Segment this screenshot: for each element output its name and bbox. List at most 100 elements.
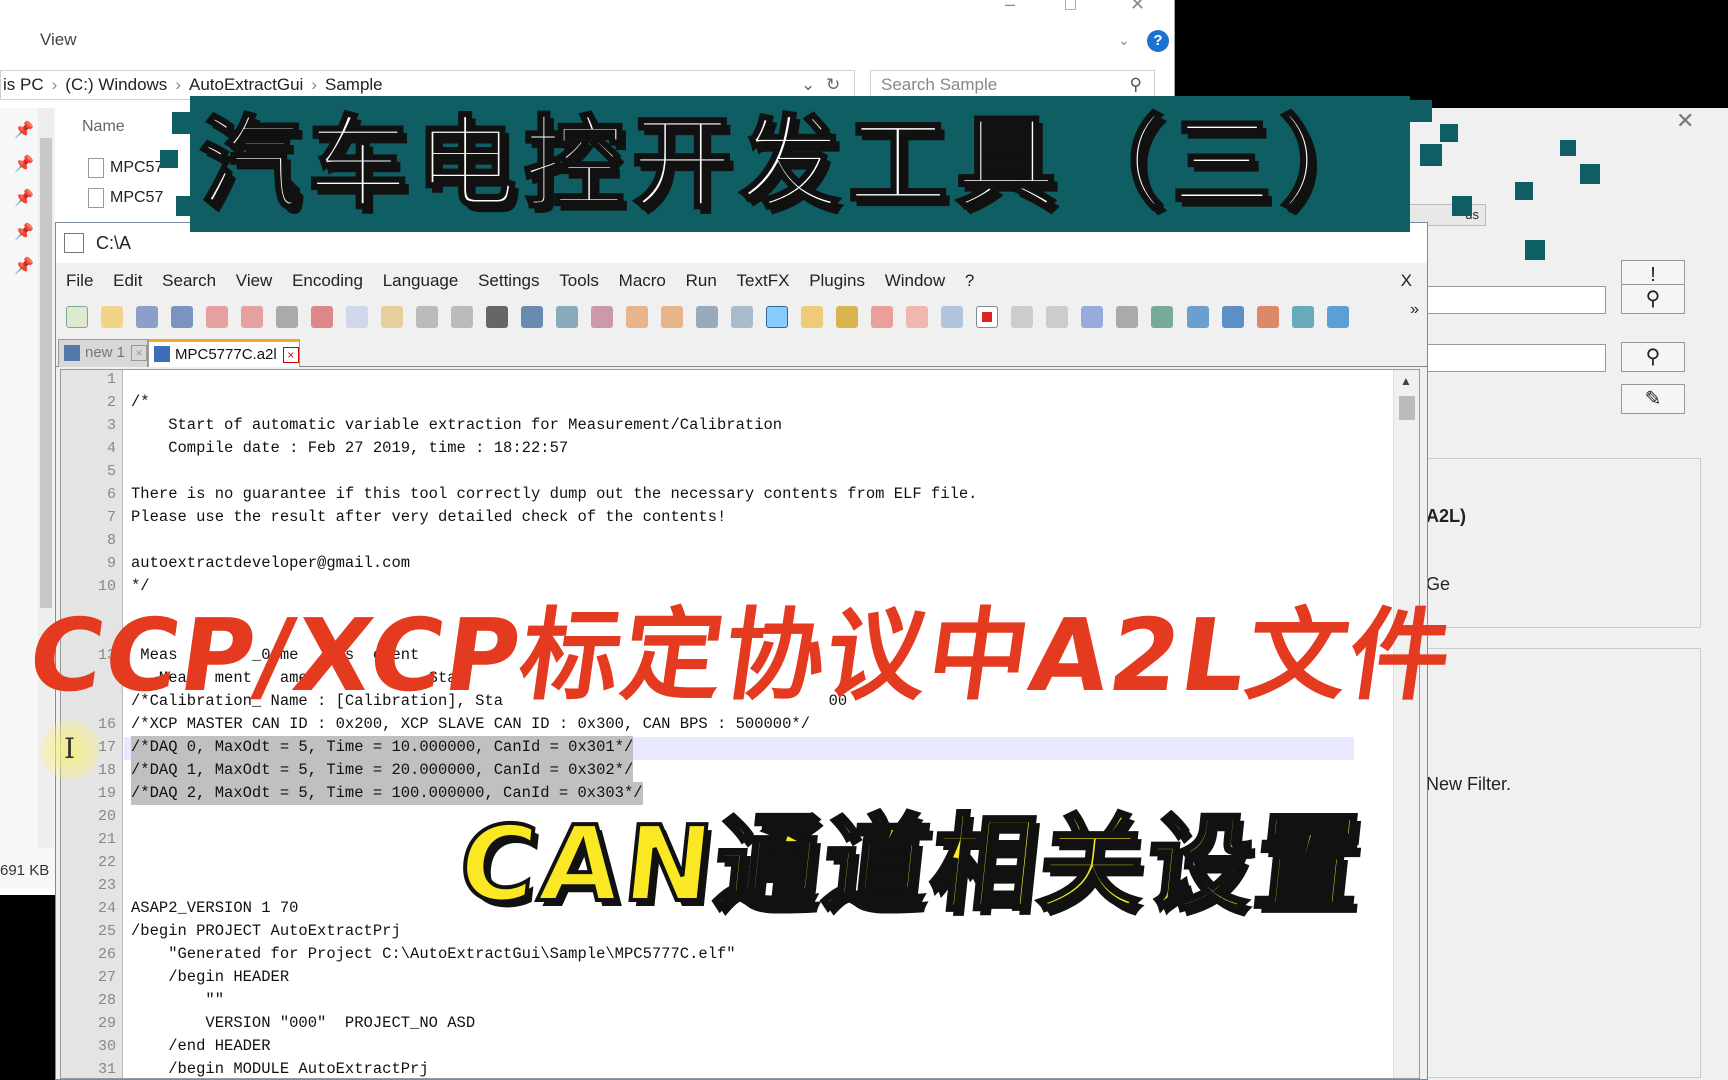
scroll-up-icon[interactable]: ▲: [1400, 374, 1412, 388]
paste-icon[interactable]: [381, 306, 404, 328]
menu-tools[interactable]: Tools: [559, 271, 599, 290]
menu-run[interactable]: Run: [686, 271, 717, 290]
show-all-chars-icon[interactable]: [731, 306, 754, 328]
doc-map-icon[interactable]: [836, 306, 859, 328]
breadcrumb-item[interactable]: AutoExtractGui: [189, 75, 303, 94]
code-line[interactable]: "": [131, 989, 224, 1012]
find-icon[interactable]: [486, 306, 509, 328]
code-line[interactable]: Please use the result after very detaile…: [131, 506, 726, 529]
browse-button-2[interactable]: ⚲: [1621, 342, 1685, 372]
file-list-item[interactable]: MPC57: [88, 158, 163, 178]
menu-language[interactable]: Language: [383, 271, 459, 290]
menu-macro[interactable]: Macro: [619, 271, 666, 290]
browse-button-1[interactable]: ⚲: [1621, 284, 1685, 314]
folder-workspace-icon[interactable]: [906, 306, 929, 328]
save-all-icon[interactable]: [171, 306, 194, 328]
scrollbar-thumb[interactable]: [40, 138, 52, 608]
help-icon[interactable]: ?: [1147, 30, 1169, 52]
menu-search[interactable]: Search: [162, 271, 216, 290]
breadcrumb-item[interactable]: (C:) Windows: [65, 75, 167, 94]
menu-window[interactable]: Window: [885, 271, 945, 290]
zoom-out-icon[interactable]: [591, 306, 614, 328]
new-filter-label[interactable]: New Filter.: [1426, 774, 1511, 795]
play-macro-icon[interactable]: [1046, 306, 1069, 328]
edit-button[interactable]: ✎: [1621, 384, 1685, 414]
menu-encoding[interactable]: Encoding: [292, 271, 363, 290]
undo-icon[interactable]: [416, 306, 439, 328]
tab-mpc5777c-a2l[interactable]: MPC5777C.a2l ×: [148, 339, 300, 367]
code-line[interactable]: ASAP2_VERSION 1 70: [131, 897, 298, 920]
function-list-icon[interactable]: [871, 306, 894, 328]
close-icon[interactable]: ✕: [1130, 0, 1145, 15]
code-line[interactable]: /begin HEADER: [131, 966, 289, 989]
close-all-icon[interactable]: [241, 306, 264, 328]
dropdown-chevron-icon[interactable]: ⌄: [801, 71, 815, 99]
zoom-in-icon[interactable]: [556, 306, 579, 328]
close-document-button[interactable]: X: [1401, 263, 1412, 299]
menu-help[interactable]: ?: [965, 271, 974, 290]
tab-new-1[interactable]: new 1 ×: [58, 339, 149, 367]
indent-guide-icon[interactable]: [766, 306, 789, 328]
file-list-item[interactable]: MPC57: [88, 188, 163, 208]
copy-icon[interactable]: [346, 306, 369, 328]
code-editor[interactable]: 1 2 3 4 5 6 7 8 9 10 13 16 17 18 19 20 21 22 23 24 25 26 27 28 2…: [60, 369, 1420, 1079]
maximize-icon[interactable]: □: [1065, 0, 1076, 15]
view-menu[interactable]: View: [40, 30, 77, 50]
menu-file[interactable]: File: [66, 271, 93, 290]
open-file-icon[interactable]: [101, 306, 124, 328]
redo-icon[interactable]: [451, 306, 474, 328]
column-header-name[interactable]: Name: [82, 118, 125, 136]
path-input-2[interactable]: [1426, 344, 1606, 372]
close-file-icon[interactable]: [206, 306, 229, 328]
plugin-tool-icon[interactable]: [1151, 306, 1174, 328]
code-line[interactable]: /begin MODULE AutoExtractPrj: [131, 1058, 428, 1080]
replace-icon[interactable]: [521, 306, 544, 328]
toolbar-overflow-icon[interactable]: »: [1410, 301, 1419, 319]
refresh-icon[interactable]: ↻: [826, 71, 840, 99]
save-icon[interactable]: [136, 306, 159, 328]
plugin-download-icon[interactable]: [1186, 306, 1209, 328]
menu-textfx[interactable]: TextFX: [737, 271, 790, 290]
code-line[interactable]: /*XCP MASTER CAN ID : 0x200, XCP SLAVE C…: [131, 713, 810, 736]
dialog-close-icon[interactable]: ✕: [1676, 108, 1694, 134]
code-line[interactable]: There is no guarantee if this tool corre…: [131, 483, 977, 506]
run-macro-multiple-icon[interactable]: [1081, 306, 1104, 328]
tab-close-icon[interactable]: ×: [131, 345, 148, 362]
save-macro-icon[interactable]: [1116, 306, 1139, 328]
code-line[interactable]: VERSION "000" PROJECT_NO ASD: [131, 1012, 475, 1035]
tab-close-icon[interactable]: ×: [282, 347, 299, 364]
menu-plugins[interactable]: Plugins: [809, 271, 865, 290]
code-line[interactable]: */: [131, 575, 150, 598]
code-line[interactable]: /begin PROJECT AutoExtractPrj: [131, 920, 401, 943]
print-icon[interactable]: [276, 306, 299, 328]
code-line[interactable]: autoextractdeveloper@gmail.com: [131, 552, 410, 575]
minimize-icon[interactable]: –: [1005, 0, 1015, 15]
stop-macro-icon[interactable]: [1011, 306, 1034, 328]
code-line[interactable]: "Generated for Project C:\AutoExtractGui…: [131, 943, 735, 966]
plugin-up-icon[interactable]: [1326, 306, 1349, 328]
plugin-table-icon[interactable]: [1256, 306, 1279, 328]
code-line[interactable]: Compile date : Feb 27 2019, time : 18:22…: [131, 437, 568, 460]
new-file-icon[interactable]: [66, 306, 88, 328]
sync-vertical-icon[interactable]: [626, 306, 649, 328]
word-wrap-icon[interactable]: [696, 306, 719, 328]
menu-view[interactable]: View: [236, 271, 273, 290]
sync-horizontal-icon[interactable]: [661, 306, 684, 328]
breadcrumb-item[interactable]: Sample: [325, 75, 383, 94]
cut-icon[interactable]: [311, 306, 334, 328]
monitor-icon[interactable]: [941, 306, 964, 328]
menu-edit[interactable]: Edit: [113, 271, 142, 290]
path-input-1[interactable]: [1426, 286, 1606, 314]
code-line[interactable]: /*DAQ 0, MaxOdt = 5, Time = 10.000000, C…: [131, 736, 634, 759]
code-line[interactable]: /end HEADER: [131, 1035, 270, 1058]
chevron-down-icon[interactable]: ⌄: [1118, 32, 1130, 49]
code-line[interactable]: /*: [131, 391, 150, 414]
language-icon[interactable]: [801, 306, 824, 328]
vertical-scrollbar[interactable]: ▲: [1393, 370, 1419, 1078]
scrollbar-thumb[interactable]: [1399, 396, 1415, 420]
code-line[interactable]: Start of automatic variable extraction f…: [131, 414, 782, 437]
plugin-grid-icon[interactable]: [1221, 306, 1244, 328]
code-line[interactable]: /*DAQ 2, MaxOdt = 5, Time = 100.000000, …: [131, 782, 643, 805]
breadcrumb-item[interactable]: is PC: [3, 75, 44, 94]
menu-settings[interactable]: Settings: [478, 271, 539, 290]
